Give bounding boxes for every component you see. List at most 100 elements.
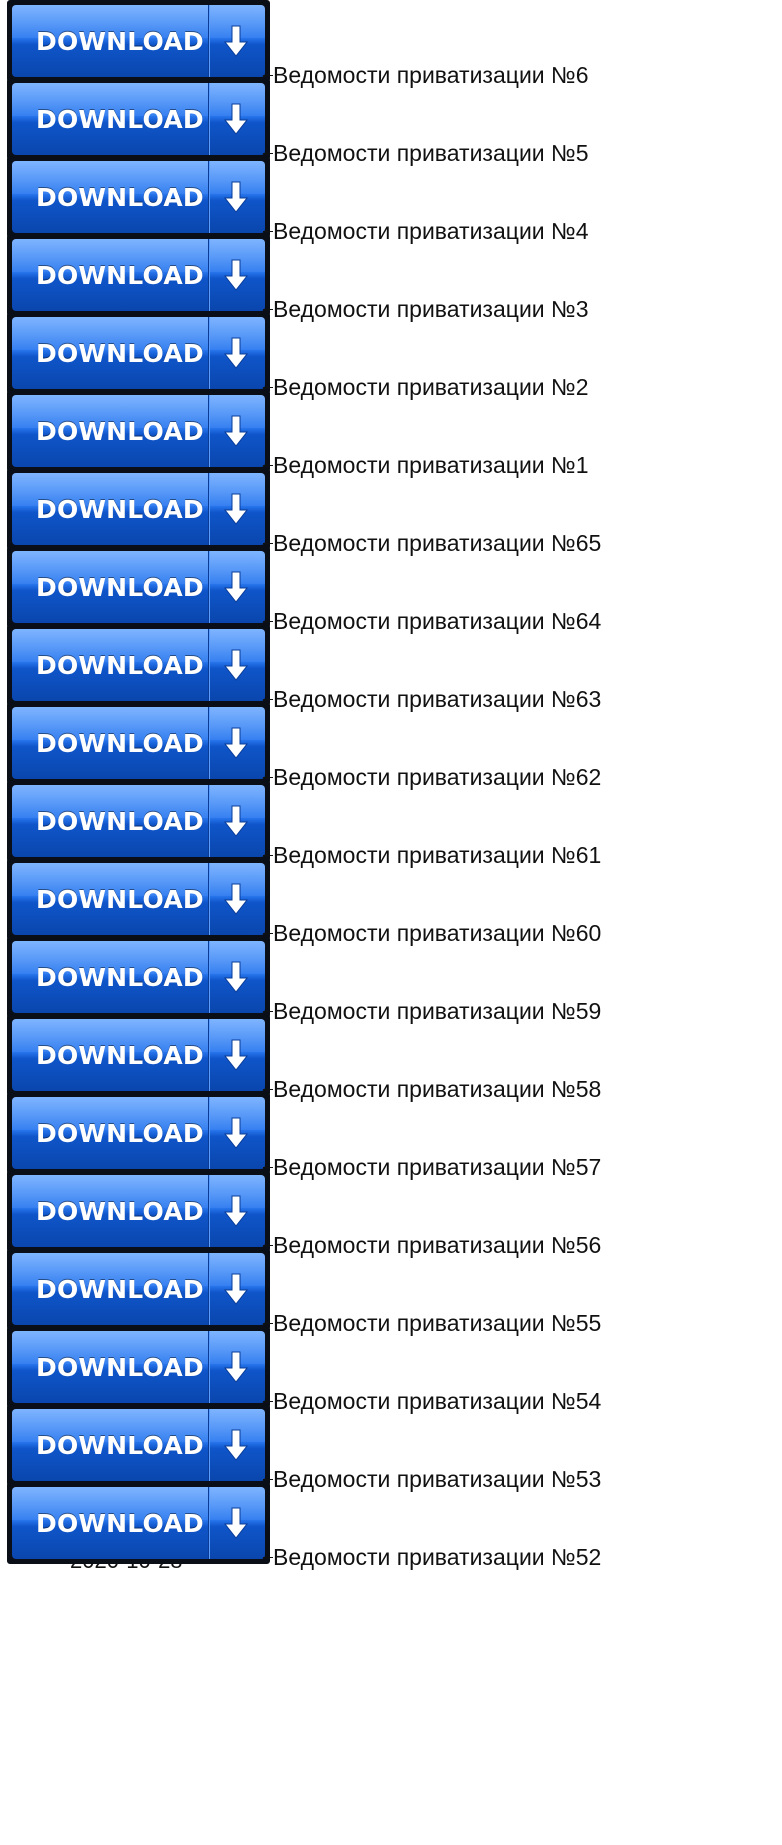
download-button[interactable]: DOWNLOAD <box>7 1326 270 1408</box>
list-item: 2020-10-30DOWNLOADВедомости приватизации… <box>0 312 782 403</box>
button-divider <box>208 395 210 467</box>
download-arrow-icon <box>223 1429 249 1461</box>
download-button-face: DOWNLOAD <box>12 1019 265 1091</box>
item-title-link[interactable]: Ведомости приватизации №56 <box>262 1231 601 1259</box>
button-divider <box>208 1487 210 1559</box>
download-arrow-icon <box>223 961 249 993</box>
item-title-link[interactable]: Ведомости приватизации №55 <box>262 1309 601 1337</box>
item-title-link[interactable]: Ведомости приватизации №63 <box>262 685 601 713</box>
download-button-label: DOWNLOAD <box>36 261 204 290</box>
download-button[interactable]: DOWNLOAD <box>7 390 270 472</box>
button-divider <box>208 1019 210 1091</box>
download-button[interactable]: DOWNLOAD <box>7 780 270 862</box>
item-title-link[interactable]: Ведомости приватизации №4 <box>263 217 589 245</box>
download-button-label: DOWNLOAD <box>36 729 204 758</box>
list-item: 2020-10-28DOWNLOADВедомости приватизации… <box>0 1248 782 1339</box>
download-arrow-icon <box>223 25 249 57</box>
download-button[interactable]: DOWNLOAD <box>7 468 270 550</box>
download-button-label: DOWNLOAD <box>36 573 204 602</box>
download-arrow-icon <box>223 1117 249 1149</box>
item-title-link[interactable]: Ведомости приватизации №6 <box>263 61 589 89</box>
item-title-link[interactable]: Ведомости приватизации №54 <box>262 1387 601 1415</box>
download-button-label: DOWNLOAD <box>36 1353 204 1382</box>
download-button-label: DOWNLOAD <box>36 1041 204 1070</box>
download-button-face: DOWNLOAD <box>12 1409 265 1481</box>
download-button-face: DOWNLOAD <box>12 941 265 1013</box>
download-button[interactable]: DOWNLOAD <box>7 312 270 394</box>
item-title-link[interactable]: Ведомости приватизации №5 <box>263 139 589 167</box>
download-button-face: DOWNLOAD <box>12 863 265 935</box>
list-item: 2020-10-30DOWNLOADВедомости приватизации… <box>0 0 782 91</box>
download-arrow-icon <box>223 103 249 135</box>
item-title-link[interactable]: Ведомости приватизации №58 <box>262 1075 601 1103</box>
download-button-face: DOWNLOAD <box>12 1097 265 1169</box>
button-divider <box>208 941 210 1013</box>
list-item: 2020-10-29DOWNLOADВедомости приватизации… <box>0 936 782 1027</box>
button-divider <box>208 629 210 701</box>
download-button[interactable]: DOWNLOAD <box>7 156 270 238</box>
button-divider <box>208 1097 210 1169</box>
list-item: 2020-10-28DOWNLOADВедомости приватизации… <box>0 1170 782 1261</box>
download-arrow-icon <box>223 337 249 369</box>
download-arrow-icon <box>223 1351 249 1383</box>
download-button[interactable]: DOWNLOAD <box>7 1092 270 1174</box>
download-button-face: DOWNLOAD <box>12 1253 265 1325</box>
download-button[interactable]: DOWNLOAD <box>7 858 270 940</box>
button-divider <box>208 473 210 545</box>
button-divider <box>208 551 210 623</box>
button-divider <box>208 1331 210 1403</box>
download-button[interactable]: DOWNLOAD <box>7 624 270 706</box>
download-button[interactable]: DOWNLOAD <box>7 1170 270 1252</box>
download-button[interactable]: DOWNLOAD <box>7 1014 270 1096</box>
list-item: 2020-10-29DOWNLOADВедомости приватизации… <box>0 702 782 793</box>
item-title-link[interactable]: Ведомости приватизации №3 <box>263 295 589 323</box>
download-arrow-icon <box>223 1273 249 1305</box>
download-button-label: DOWNLOAD <box>36 495 204 524</box>
item-title-link[interactable]: Ведомости приватизации №64 <box>262 607 601 635</box>
list-item: 2020-10-30DOWNLOADВедомости приватизации… <box>0 156 782 247</box>
download-arrow-icon <box>223 805 249 837</box>
download-button[interactable]: DOWNLOAD <box>7 78 270 160</box>
list-item: 2020-10-28DOWNLOADВедомости приватизации… <box>0 1092 782 1183</box>
list-item: 2020-10-29DOWNLOADВедомости приватизации… <box>0 780 782 871</box>
item-title-link[interactable]: Ведомости приватизации №57 <box>262 1153 601 1181</box>
download-list: 2020-10-30DOWNLOADВедомости приватизации… <box>0 0 782 1573</box>
download-button[interactable]: DOWNLOAD <box>7 0 270 82</box>
item-title-link[interactable]: Ведомости приватизации №60 <box>262 919 601 947</box>
button-divider <box>208 707 210 779</box>
download-button-face: DOWNLOAD <box>12 5 265 77</box>
download-button-label: DOWNLOAD <box>36 339 204 368</box>
button-divider <box>208 1253 210 1325</box>
download-button[interactable]: DOWNLOAD <box>7 1404 270 1486</box>
item-title-link[interactable]: Ведомости приватизации №62 <box>262 763 601 791</box>
download-button-face: DOWNLOAD <box>12 1487 265 1559</box>
item-title-link[interactable]: Ведомости приватизации №1 <box>263 451 589 479</box>
item-title-link[interactable]: Ведомости приватизации №61 <box>262 841 601 869</box>
button-divider <box>208 785 210 857</box>
item-title-link[interactable]: Ведомости приватизации №59 <box>262 997 601 1025</box>
download-arrow-icon <box>223 1195 249 1227</box>
download-button[interactable]: DOWNLOAD <box>7 936 270 1018</box>
download-button[interactable]: DOWNLOAD <box>7 702 270 784</box>
download-button[interactable]: DOWNLOAD <box>7 234 270 316</box>
button-divider <box>208 5 210 77</box>
download-button-label: DOWNLOAD <box>36 1509 204 1538</box>
item-title-link[interactable]: Ведомости приватизации №65 <box>262 529 601 557</box>
download-button[interactable]: DOWNLOAD <box>7 1248 270 1330</box>
download-button-label: DOWNLOAD <box>36 183 204 212</box>
download-button-label: DOWNLOAD <box>36 963 204 992</box>
list-item: 2020-10-29DOWNLOADВедомости приватизации… <box>0 624 782 715</box>
download-button-face: DOWNLOAD <box>12 83 265 155</box>
item-title-link[interactable]: Ведомости приватизации №2 <box>263 373 589 401</box>
item-title-link[interactable]: Ведомости приватизации №52 <box>262 1543 601 1571</box>
list-item: 2020-10-30DOWNLOADВедомости приватизации… <box>0 78 782 169</box>
list-item: 2020-10-28DOWNLOADВедомости приватизации… <box>0 1404 782 1495</box>
item-title-link[interactable]: Ведомости приватизации №53 <box>262 1465 601 1493</box>
download-button[interactable]: DOWNLOAD <box>7 546 270 628</box>
download-button-label: DOWNLOAD <box>36 1275 204 1304</box>
download-button-face: DOWNLOAD <box>12 1175 265 1247</box>
download-button-label: DOWNLOAD <box>36 1431 204 1460</box>
button-divider <box>208 317 210 389</box>
download-button-face: DOWNLOAD <box>12 161 265 233</box>
download-button[interactable]: DOWNLOAD <box>7 1482 270 1564</box>
